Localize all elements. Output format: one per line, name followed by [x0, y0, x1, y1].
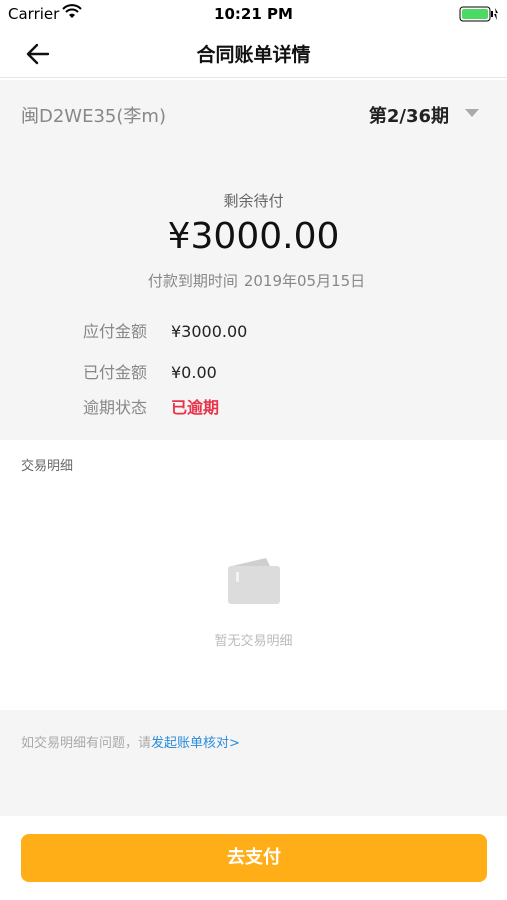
nav-bar: 合同账单详情	[0, 28, 507, 78]
help-prefix: 如交易明细有问题，请	[21, 736, 152, 751]
remain-amount: ¥3000.00	[167, 216, 340, 257]
pay-button[interactable]: 去支付	[21, 834, 487, 882]
bill-summary: 闽D2WE35(李m) 第2/36期 剩余待付 ¥3000.00 付款到期时间 2…	[0, 80, 507, 440]
bill-check-link[interactable]: 发起账单核对>	[151, 736, 240, 751]
paid-label: 已付金额	[83, 363, 148, 382]
due-date-line: 付款到期时间 2019年05月15日	[0, 270, 507, 291]
chevron-down-icon[interactable]	[465, 109, 479, 117]
help-section: 如交易明细有问题，请发起账单核对>	[0, 710, 507, 816]
wallet-icon	[228, 558, 280, 604]
overdue-label: 逾期状态	[83, 398, 148, 417]
status-bar: Carrier 10:21 PM	[0, 0, 507, 28]
contract-plate: 闽D2WE35(李m)	[21, 106, 166, 127]
empty-state-text: 暂无交易明细	[214, 634, 293, 649]
transaction-section-title: 交易明细	[21, 459, 74, 474]
payable-label: 应付金额	[83, 322, 148, 341]
bottom-bar: 去支付	[0, 816, 507, 900]
due-label: 付款到期时间	[147, 272, 238, 290]
page-title: 合同账单详情	[196, 44, 311, 66]
remain-label: 剩余待付	[223, 192, 284, 210]
payable-value: ¥3000.00	[171, 322, 248, 341]
period-selector[interactable]: 第2/36期	[369, 102, 449, 128]
battery-icon	[459, 6, 498, 22]
due-date: 2019年05月15日	[243, 272, 366, 290]
overdue-row: 逾期状态 已逾期	[83, 394, 219, 418]
paid-row: 已付金额 ¥0.00	[83, 359, 217, 383]
overdue-status-badge: 已逾期	[171, 398, 220, 417]
help-text: 如交易明细有问题，请发起账单核对>	[21, 732, 240, 751]
transaction-section: 交易明细 暂无交易明细	[0, 440, 507, 710]
paid-value: ¥0.00	[171, 363, 217, 382]
payable-row: 应付金额 ¥3000.00	[83, 318, 247, 342]
status-time: 10:21 PM	[214, 5, 293, 23]
